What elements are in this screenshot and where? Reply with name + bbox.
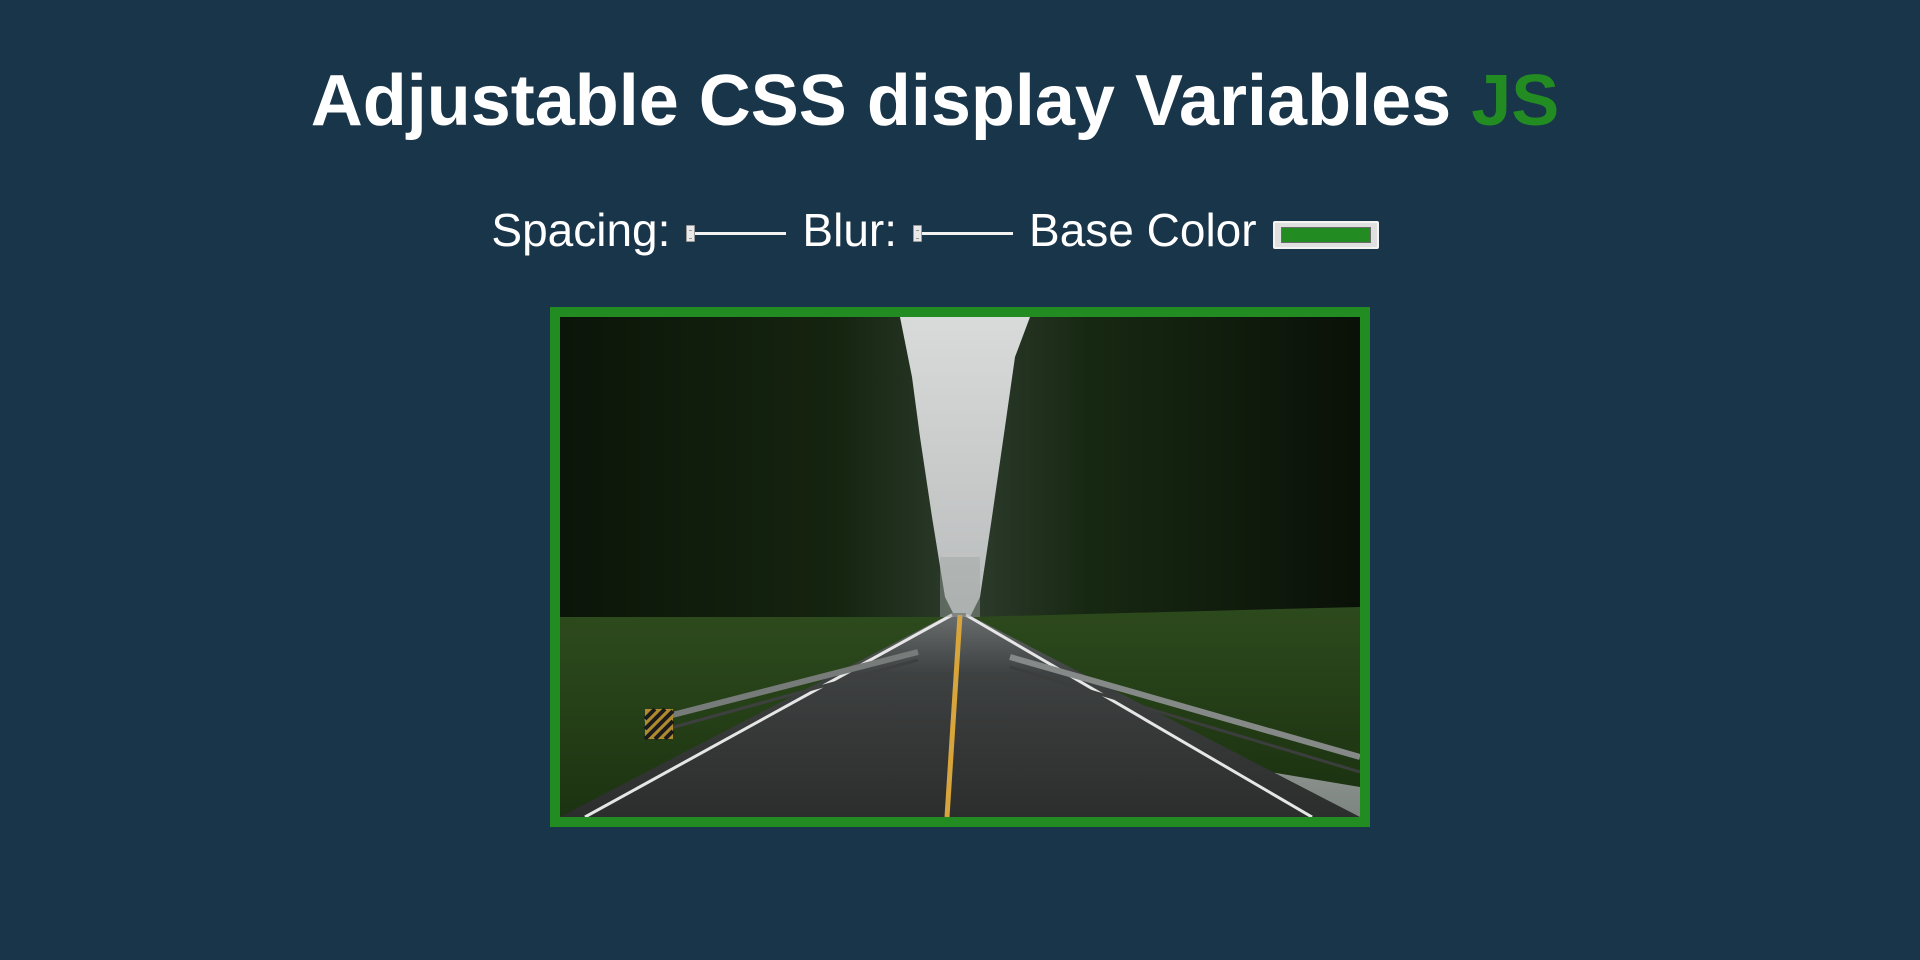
base-color-swatch — [1280, 227, 1371, 243]
spacing-slider-track — [686, 232, 787, 235]
spacing-slider[interactable] — [686, 223, 787, 243]
base-color-label: Base Color — [1029, 204, 1257, 256]
blur-slider-track — [913, 232, 1014, 235]
page: Adjustable CSS display Variables JS Spac… — [0, 0, 1920, 960]
photo-frame — [550, 307, 1370, 827]
blur-slider[interactable] — [913, 223, 1014, 243]
page-title: Adjustable CSS display Variables JS — [0, 58, 1920, 144]
blur-slider-thumb[interactable] — [913, 225, 923, 242]
base-color-picker[interactable] — [1272, 221, 1379, 249]
road-forest-photo — [560, 317, 1360, 817]
title-main: Adjustable CSS display Variables — [310, 61, 1452, 141]
title-highlight: JS — [1471, 61, 1560, 141]
spacing-label: Spacing: — [491, 204, 671, 256]
blur-label: Blur: — [802, 204, 898, 256]
road-forest-image — [560, 317, 1360, 817]
controls-bar: Spacing: Blur: Base Color — [0, 200, 1920, 260]
spacing-slider-thumb[interactable] — [686, 225, 696, 242]
